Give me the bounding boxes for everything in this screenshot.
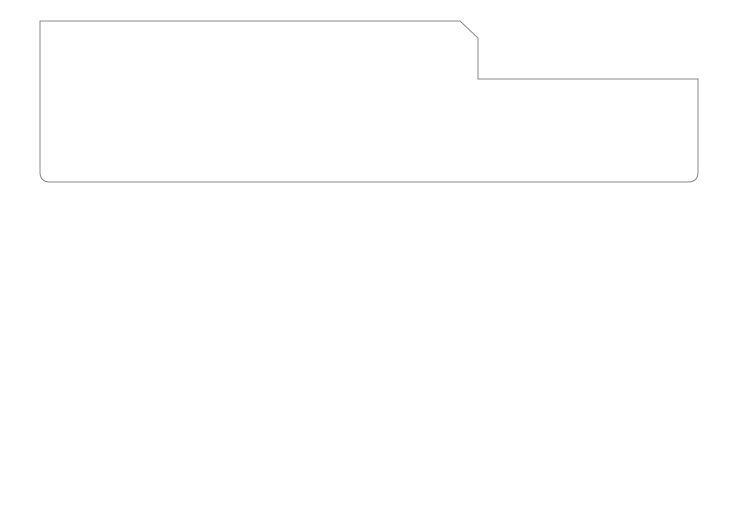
outline-shape: [0, 0, 730, 516]
diagram-canvas: [0, 0, 730, 516]
outline-path: [40, 21, 698, 182]
